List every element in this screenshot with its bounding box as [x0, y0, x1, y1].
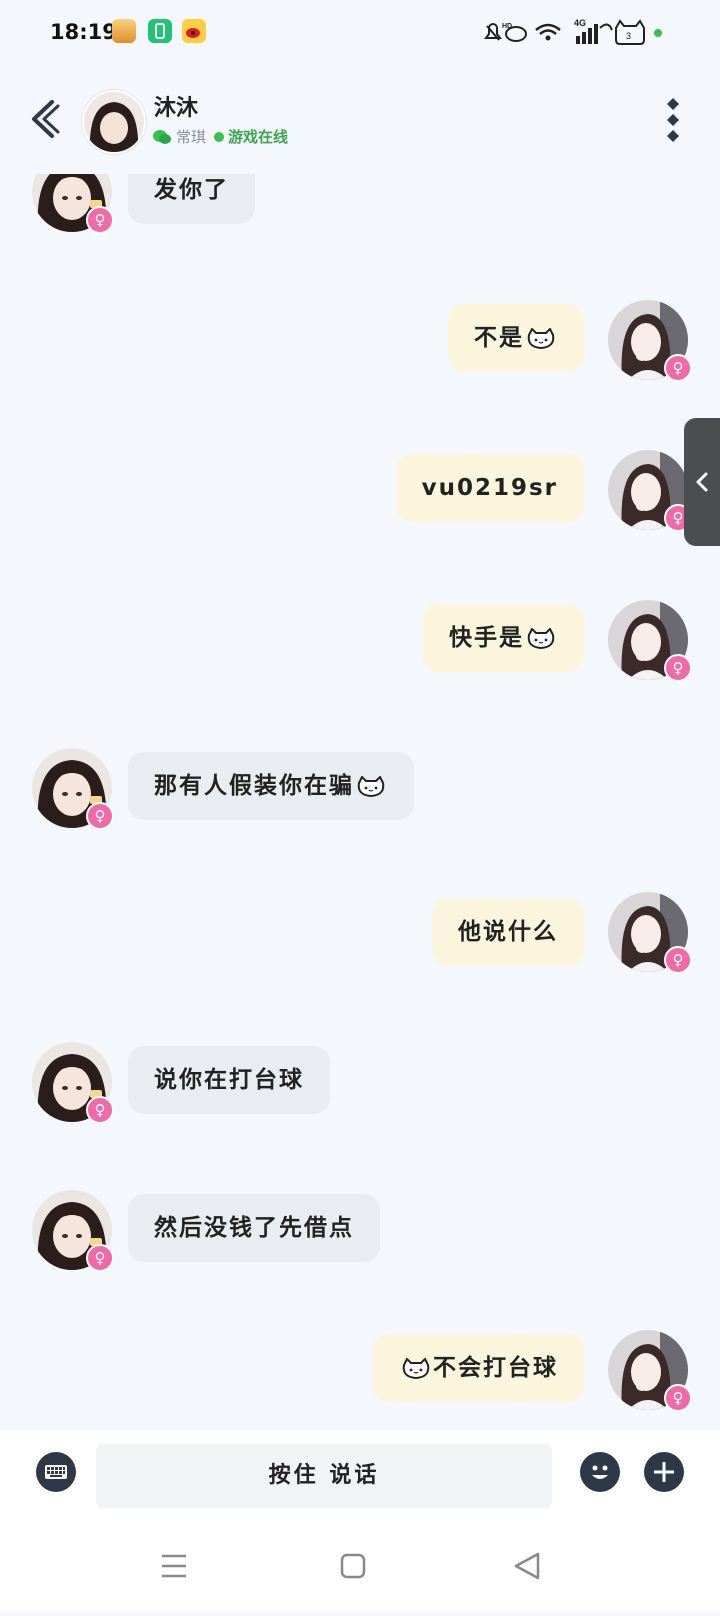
female-badge-icon: ♀ — [86, 206, 114, 234]
cat-emoji-icon — [526, 628, 556, 650]
chat-area[interactable]: ♀ 发你了 不是 ♀ vu0219sr ♀ 快手是 ♀ ♀ 那有人假装你在骗 他… — [0, 174, 720, 1430]
status-bar: 18:19 HD 4G 3 — [0, 0, 720, 64]
more-vertical-icon — [667, 98, 679, 142]
female-badge-icon: ♀ — [664, 354, 692, 382]
female-badge-icon: ♀ — [664, 654, 692, 682]
cat-emoji-icon — [401, 1358, 431, 1380]
message-text: 然后没钱了先借点 — [154, 1215, 354, 1241]
online-status: 游戏在线 — [228, 128, 289, 146]
side-drawer-tab[interactable] — [684, 418, 720, 546]
weibo-icon — [182, 19, 206, 43]
more-menu-button[interactable] — [666, 98, 680, 142]
message-text: 他说什么 — [458, 919, 558, 945]
message-text: vu0219sr — [421, 475, 558, 501]
female-badge-icon: ♀ — [86, 1244, 114, 1272]
status-icons-svg: HD 4G 3 — [484, 18, 662, 45]
emoji-icon — [592, 1465, 608, 1479]
back-nav-icon[interactable] — [514, 1552, 540, 1580]
message-text: 不会打台球 — [433, 1355, 558, 1381]
message-bubble[interactable]: 不是 — [448, 304, 584, 372]
battery-app-icon — [148, 19, 172, 43]
more-actions-button[interactable] — [644, 1452, 684, 1492]
female-badge-icon: ♀ — [664, 1384, 692, 1412]
contact-status: 常琪 游戏在线 — [152, 126, 288, 147]
contact-name: 沐沐 — [154, 96, 199, 121]
network-label: 4G — [574, 18, 586, 28]
status-icons: HD 4G 3 — [480, 16, 680, 48]
contact-avatar[interactable] — [82, 90, 146, 154]
menu-nav-icon[interactable] — [162, 1554, 186, 1578]
context-label: 常琪 — [176, 128, 207, 146]
chevron-left-icon — [696, 472, 708, 492]
nav-bar-svg — [162, 1552, 540, 1580]
keyboard-toggle-button[interactable] — [36, 1452, 76, 1492]
hold-to-talk-button[interactable]: 按住 说话 — [96, 1444, 552, 1508]
message-text: 发你了 — [154, 177, 229, 203]
message-bubble[interactable]: vu0219sr — [395, 454, 584, 522]
message-bubble[interactable]: 说你在打台球 — [128, 1046, 330, 1114]
notif-count: 3 — [626, 31, 631, 41]
back-button[interactable] — [28, 94, 62, 144]
message-bubble[interactable]: 不会打台球 — [373, 1334, 584, 1402]
back-arrow-icon — [32, 100, 60, 138]
message-bubble[interactable]: 那有人假装你在骗 — [128, 752, 414, 820]
female-badge-icon: ♀ — [664, 946, 692, 974]
message-bubble[interactable]: 他说什么 — [432, 898, 584, 966]
message-text: 不是 — [474, 325, 524, 351]
keyboard-icon — [45, 1465, 67, 1479]
message-bubble[interactable]: 快手是 — [423, 604, 584, 672]
cat-emoji-icon — [526, 328, 556, 350]
system-nav-bar — [0, 1522, 720, 1612]
emoji-button[interactable] — [580, 1452, 620, 1492]
online-dot — [214, 131, 225, 142]
female-badge-icon: ♀ — [86, 802, 114, 830]
message-text: 那有人假装你在骗 — [154, 773, 354, 799]
cat-emoji-icon — [356, 776, 386, 798]
game-app-icon — [112, 19, 136, 43]
message-bubble[interactable]: 然后没钱了先借点 — [128, 1194, 380, 1262]
message-bubble[interactable]: 发你了 — [128, 174, 255, 224]
message-text: 快手是 — [449, 625, 524, 651]
chat-header: 沐沐 常琪 游戏在线 — [0, 64, 720, 174]
plus-icon — [654, 1462, 674, 1482]
home-nav-icon[interactable] — [340, 1553, 366, 1579]
status-time: 18:19 — [50, 20, 117, 44]
message-text: 说你在打台球 — [154, 1067, 304, 1093]
wechat-icon — [153, 129, 171, 144]
female-badge-icon: ♀ — [86, 1096, 114, 1124]
input-bar: 按住 说话 — [0, 1430, 720, 1522]
